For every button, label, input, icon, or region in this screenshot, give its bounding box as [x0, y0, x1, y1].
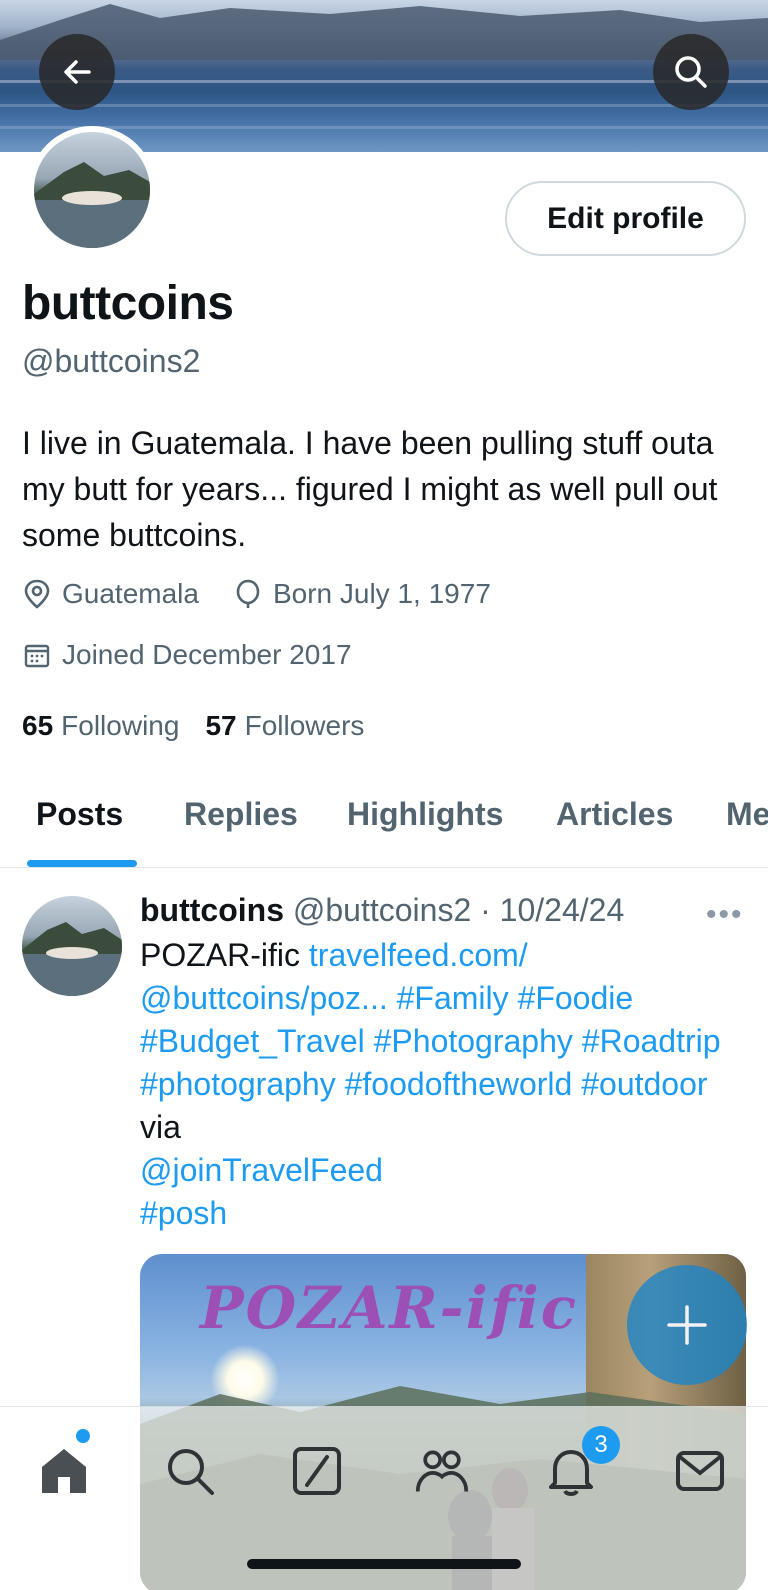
nav-communities[interactable] — [414, 1443, 470, 1499]
active-tab-indicator — [27, 860, 137, 867]
follow-stats: 65 Following 57 Followers — [22, 710, 390, 742]
location-item: Guatemala — [22, 578, 199, 610]
media-overlay-title: POZAR-ific — [200, 1274, 579, 1342]
tab-replies[interactable]: Replies — [184, 796, 298, 833]
post-text-via: via — [140, 1109, 181, 1145]
search-button[interactable] — [653, 34, 729, 110]
tab-highlights[interactable]: Highlights — [347, 796, 503, 833]
more-options-icon[interactable]: ••• — [706, 898, 744, 932]
search-icon — [168, 1449, 214, 1495]
location-pin-icon — [24, 579, 50, 609]
following-count: 65 — [22, 710, 54, 741]
nav-home[interactable] — [36, 1443, 92, 1499]
post-header: buttcoins @buttcoins2 · 10/24/24 — [140, 892, 624, 929]
profile-handle: @buttcoins2 — [22, 343, 201, 379]
following-link[interactable]: 65 Following — [22, 710, 179, 742]
home-indicator[interactable] — [247, 1559, 521, 1569]
followers-label: Followers — [244, 710, 365, 741]
tab-articles[interactable]: Articles — [556, 796, 673, 833]
banner-mountains — [0, 4, 768, 60]
post-author-handle[interactable]: @buttcoins2 — [293, 892, 471, 928]
search-icon — [675, 56, 707, 88]
profile-name: buttcoins — [22, 277, 234, 330]
birthday-text: Born July 1, 1977 — [272, 578, 491, 609]
following-label: Following — [61, 710, 180, 741]
birthday-item: Born July 1, 1977 — [233, 578, 491, 610]
nav-search[interactable] — [162, 1443, 218, 1499]
followers-count: 57 — [205, 710, 237, 741]
water-ripple — [0, 126, 768, 129]
avatar-image — [34, 162, 150, 248]
joined-item: Joined December 2017 — [22, 639, 352, 671]
grok-icon — [293, 1447, 341, 1495]
post-author-name[interactable]: buttcoins — [140, 892, 284, 928]
tab-media[interactable]: Me — [726, 796, 768, 833]
communities-icon — [415, 1450, 469, 1492]
profile-tabs: Posts Replies Highlights Articles Me — [0, 778, 768, 868]
profile-avatar[interactable] — [28, 126, 156, 254]
edit-profile-button[interactable]: Edit profile — [505, 181, 746, 256]
nav-messages[interactable] — [672, 1443, 728, 1499]
back-button[interactable] — [39, 34, 115, 110]
post-mention[interactable]: @joinTravelFeed — [140, 1152, 383, 1188]
water-ripple — [0, 80, 768, 83]
joined-text: Joined December 2017 — [62, 639, 352, 670]
separator-dot: · — [471, 892, 500, 928]
calendar-icon — [24, 644, 50, 668]
mail-icon — [676, 1451, 724, 1491]
post-date[interactable]: 10/24/24 — [500, 892, 625, 928]
post-text-intro: POZAR-ific — [140, 937, 309, 973]
location-text: Guatemala — [62, 578, 199, 609]
joined-row: Joined December 2017 — [22, 639, 386, 671]
tab-posts[interactable]: Posts — [36, 796, 123, 833]
back-arrow-icon — [64, 60, 91, 84]
notifications-badge: 3 — [582, 1426, 620, 1464]
plus-icon — [667, 1305, 707, 1345]
post-text: POZAR-ific travelfeed.com/ @buttcoins/po… — [140, 934, 740, 1235]
profile-meta-row: Guatemala Born July 1, 1977 — [22, 578, 525, 610]
home-unread-dot — [76, 1429, 90, 1443]
balloon-icon — [236, 579, 260, 608]
profile-bio: I live in Guatemala. I have been pulling… — [22, 425, 718, 553]
post-avatar[interactable] — [22, 896, 122, 996]
followers-link[interactable]: 57 Followers — [205, 710, 364, 742]
compose-post-button[interactable] — [627, 1265, 747, 1385]
water-ripple — [0, 104, 768, 107]
home-icon — [42, 1449, 86, 1493]
post-hashtag-last[interactable]: #posh — [140, 1195, 227, 1231]
avatar-image — [22, 922, 122, 996]
nav-grok[interactable] — [289, 1443, 345, 1499]
